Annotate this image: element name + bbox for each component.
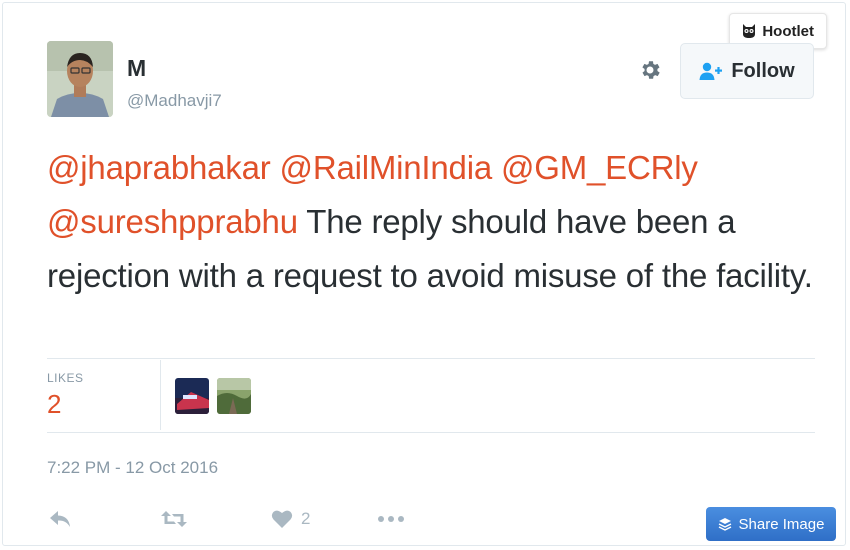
reply-button[interactable] [49, 503, 71, 535]
mention-link[interactable]: @RailMinIndia [280, 149, 493, 186]
liker-avatar[interactable] [217, 378, 251, 414]
owl-icon [743, 24, 756, 38]
avatar[interactable] [47, 41, 113, 117]
more-button[interactable] [377, 503, 405, 535]
mention-link[interactable]: @sureshpprabhu [47, 203, 298, 240]
reply-icon [50, 511, 70, 527]
divider [160, 360, 161, 430]
retweet-icon [161, 511, 187, 527]
hootlet-label: Hootlet [762, 22, 814, 40]
retweet-button[interactable] [161, 503, 187, 535]
layers-icon [718, 518, 731, 531]
liker-avatar[interactable] [175, 378, 209, 414]
like-count: 2 [301, 509, 311, 528]
follow-label: Follow [731, 59, 795, 82]
like-button[interactable]: 2 [271, 503, 310, 535]
tweet-text: @jhaprabhakar @RailMinIndia @GM_ECRly @s… [47, 141, 817, 303]
divider [47, 432, 815, 433]
likes-count[interactable]: 2 [47, 389, 61, 420]
heart-icon [271, 510, 293, 528]
follow-button[interactable]: Follow [680, 43, 814, 99]
author-name[interactable]: M [127, 55, 146, 82]
add-user-icon [699, 62, 723, 80]
tweet-card: Hootlet M @Madhavji7 Follow @jhaprabhaka… [2, 2, 846, 546]
more-icon [378, 516, 404, 522]
mention-link[interactable]: @jhaprabhakar [47, 149, 271, 186]
author-handle[interactable]: @Madhavji7 [127, 91, 222, 111]
share-image-button[interactable]: Share Image [706, 507, 836, 541]
tweet-timestamp[interactable]: 7:22 PM - 12 Oct 2016 [47, 458, 218, 478]
share-image-label: Share Image [738, 515, 825, 533]
divider [47, 358, 815, 359]
gear-icon[interactable] [635, 55, 665, 85]
likes-label: LIKES [47, 371, 84, 385]
mention-link[interactable]: @GM_ECRly [501, 149, 698, 186]
